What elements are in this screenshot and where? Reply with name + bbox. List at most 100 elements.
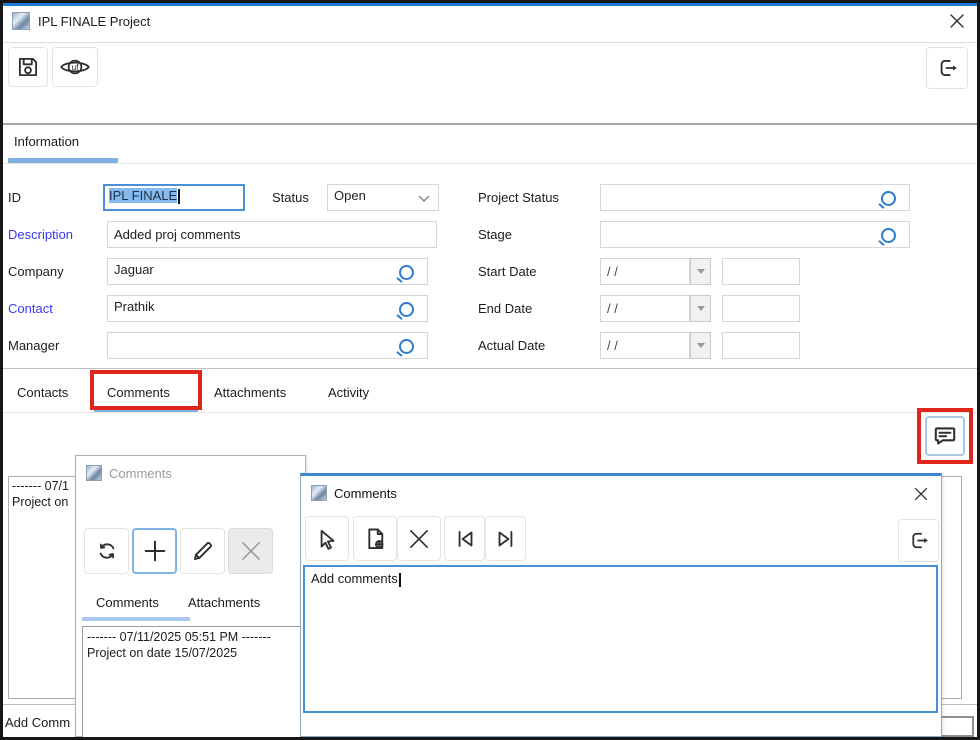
comment-textarea[interactable]: Add comments	[303, 565, 938, 713]
delete-record-button[interactable]	[397, 516, 441, 561]
project-status-lookup[interactable]	[600, 184, 910, 211]
x-icon	[237, 537, 265, 565]
text-caret	[178, 189, 180, 204]
comment-entry-header: ------- 07/11/2025 05:51 PM -------	[87, 629, 297, 645]
tab-activity[interactable]: Activity	[328, 385, 369, 400]
plus-icon	[141, 537, 169, 565]
search-icon[interactable]	[399, 302, 414, 317]
tabstrip-bottom-line	[3, 163, 977, 164]
select-mode-button[interactable]	[305, 516, 349, 561]
dialog-title: Comments	[109, 466, 172, 481]
uf-eye-icon: uf	[58, 54, 92, 80]
status-label: Status	[272, 190, 309, 205]
user-fields-button[interactable]: uf	[52, 47, 98, 87]
manager-lookup[interactable]	[107, 332, 428, 359]
contact-lookup[interactable]: Prathik	[107, 295, 428, 322]
edit-comment-button[interactable]	[180, 528, 225, 574]
project-status-label: Project Status	[478, 190, 559, 205]
end-date-calendar-button[interactable]	[690, 295, 711, 322]
tab-information[interactable]: Information	[14, 134, 79, 149]
chevron-down-icon	[697, 306, 705, 311]
delete-comment-button-disabled[interactable]	[228, 528, 273, 574]
refresh-icon	[94, 538, 120, 564]
exit-icon	[934, 55, 960, 81]
dialog-comments-tab-underline	[82, 617, 190, 621]
id-input[interactable]: IPL FINALE	[103, 184, 245, 211]
new-comment-button[interactable]	[132, 528, 177, 574]
exit-icon	[906, 528, 931, 553]
start-time-input[interactable]	[722, 258, 800, 285]
search-icon[interactable]	[881, 191, 896, 206]
dialog-tab-attachments[interactable]: Attachments	[188, 595, 260, 610]
contact-value: Prathik	[114, 299, 154, 314]
exit-button[interactable]	[926, 47, 968, 89]
tab-contacts[interactable]: Contacts	[17, 385, 68, 400]
stage-label: Stage	[478, 227, 512, 242]
search-icon[interactable]	[399, 339, 414, 354]
first-record-button[interactable]	[444, 516, 485, 561]
actual-date-calendar-button[interactable]	[690, 332, 711, 359]
speech-bubble-icon	[932, 423, 958, 449]
refresh-button[interactable]	[84, 528, 129, 574]
add-comment-button[interactable]	[925, 416, 965, 456]
window-title: IPL FINALE Project	[38, 14, 150, 29]
company-label: Company	[8, 264, 64, 279]
app-icon	[12, 12, 30, 30]
company-lookup[interactable]: Jaguar	[107, 258, 428, 285]
dialog-title: Comments	[334, 486, 397, 501]
actual-time-input[interactable]	[722, 332, 800, 359]
comment-text: Add comments	[311, 571, 398, 586]
company-value: Jaguar	[114, 262, 154, 277]
chevron-down-icon	[697, 343, 705, 348]
end-date-label: End Date	[478, 301, 532, 316]
last-record-button[interactable]	[485, 516, 526, 561]
chevron-down-icon	[418, 195, 430, 203]
actual-date-input[interactable]	[600, 332, 690, 359]
description-label: Description	[8, 227, 73, 242]
lower-tabstrip-line	[3, 412, 977, 413]
text-caret	[399, 573, 401, 587]
window-close-button[interactable]	[946, 10, 968, 32]
skip-to-first-icon	[452, 526, 478, 552]
toolbar-separator	[3, 42, 977, 43]
close-icon	[911, 484, 931, 504]
manager-label: Manager	[8, 338, 59, 353]
description-input[interactable]	[107, 221, 437, 248]
id-label: ID	[8, 190, 21, 205]
new-record-button[interactable]	[353, 516, 397, 561]
add-comment-label: Add Comm	[5, 715, 70, 730]
comments-list-dialog: Comments Comments Attachments ------- 07…	[75, 455, 306, 737]
dialog-close-button[interactable]	[911, 484, 933, 506]
status-dropdown[interactable]: Open	[327, 184, 439, 211]
save-button[interactable]	[8, 47, 48, 87]
search-icon[interactable]	[881, 228, 896, 243]
pencil-icon	[190, 538, 216, 564]
main-window: IPL FINALE Project uf Information ID IPL…	[0, 0, 980, 740]
dialog-exit-button[interactable]	[898, 519, 939, 562]
add-comment-input-fragment[interactable]	[938, 716, 974, 737]
start-date-input[interactable]	[600, 258, 690, 285]
search-icon[interactable]	[399, 265, 414, 280]
dialog-tab-comments[interactable]: Comments	[96, 595, 159, 610]
app-icon	[86, 465, 102, 481]
start-date-calendar-button[interactable]	[690, 258, 711, 285]
section-separator	[3, 123, 977, 125]
tab-attachments[interactable]: Attachments	[214, 385, 286, 400]
comment-editor-dialog: Comments	[300, 473, 942, 737]
dialog-comments-list[interactable]: ------- 07/11/2025 05:51 PM ------- Proj…	[82, 626, 302, 738]
skip-to-last-icon	[493, 526, 519, 552]
save-icon	[15, 54, 41, 80]
tab-comments[interactable]: Comments	[107, 385, 170, 400]
end-date-input[interactable]	[600, 295, 690, 322]
x-icon	[405, 525, 433, 553]
chevron-down-icon	[697, 269, 705, 274]
end-time-input[interactable]	[722, 295, 800, 322]
close-icon	[946, 10, 968, 32]
cursor-icon	[314, 526, 340, 552]
comment-entry-text: Project on date 15/07/2025	[87, 645, 297, 661]
uf-label: uf	[71, 62, 79, 72]
stage-lookup[interactable]	[600, 221, 910, 248]
contact-label: Contact	[8, 301, 53, 316]
id-selected-text: IPL FINALE	[109, 188, 177, 203]
status-value: Open	[334, 188, 366, 203]
